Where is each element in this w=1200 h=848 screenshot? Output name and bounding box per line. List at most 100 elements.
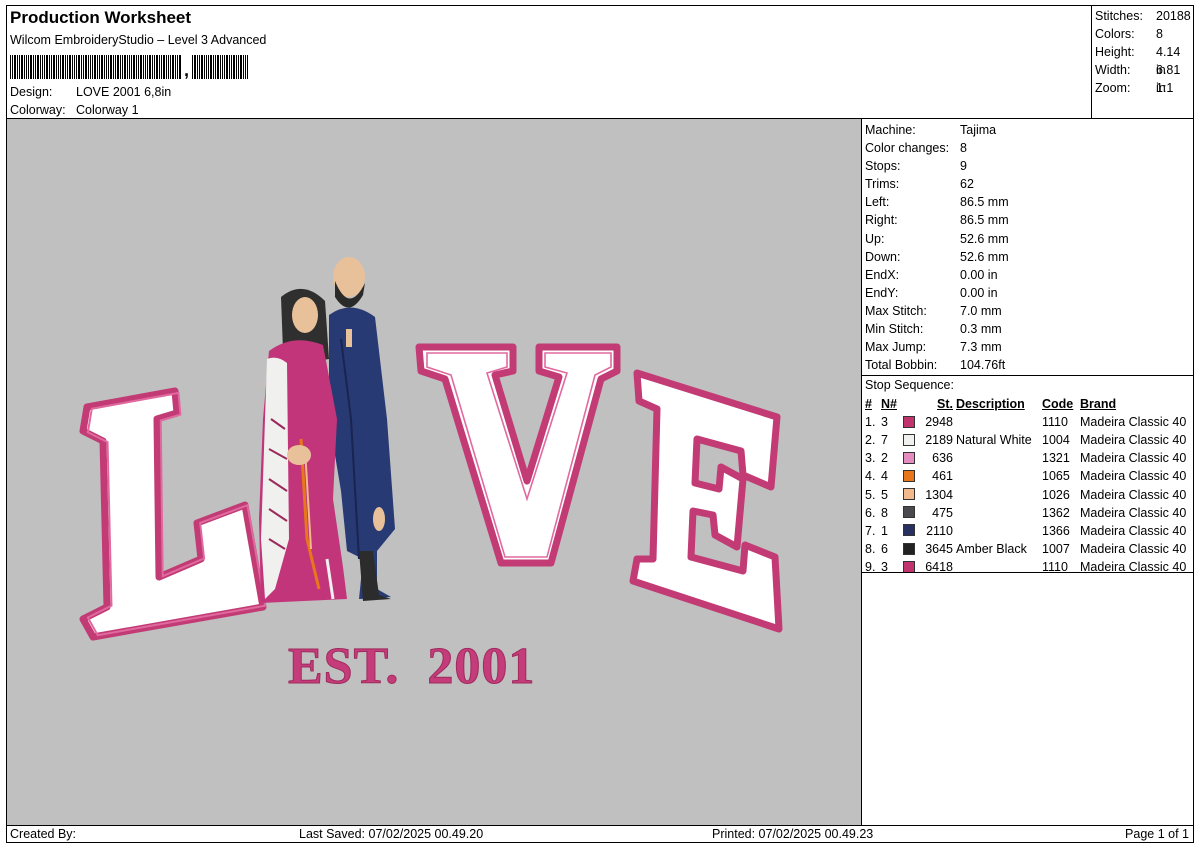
thread-description	[956, 413, 1042, 431]
barcode-bar	[159, 55, 160, 79]
barcode-bar	[236, 55, 238, 79]
stat-stitches: Stitches: 20188	[1095, 9, 1191, 23]
barcode-bar	[88, 55, 89, 79]
machine-info-value: 104.76ft	[960, 358, 1006, 373]
needle-number: 4	[881, 469, 888, 484]
barcode-bar	[168, 55, 169, 79]
letter-l: L	[79, 387, 267, 641]
barcode-bar	[33, 55, 34, 79]
last-saved: Last Saved: 07/02/2025 00.49.20	[299, 827, 484, 841]
machine-info-label: Right:	[865, 213, 898, 228]
stat-zoom: Zoom: 1:1	[1095, 81, 1174, 95]
stop-sequence-title: Stop Sequence:	[865, 378, 954, 392]
barcode-separator: ,	[184, 60, 190, 80]
thread-brand: Madeira Classic 40	[1080, 451, 1187, 466]
needle-number: 2	[881, 451, 888, 466]
thread-color-swatch	[903, 542, 915, 555]
thread-description	[956, 522, 1042, 540]
barcode-bar	[231, 55, 233, 79]
barcode-bar	[51, 55, 52, 79]
barcode-bar	[138, 55, 139, 79]
needle-number: 3	[881, 559, 888, 574]
machine-info-label: Total Bobbin:	[865, 358, 938, 373]
barcode-bar	[133, 55, 135, 79]
colorway-value: Colorway 1	[76, 103, 139, 117]
barcode-bar	[145, 55, 146, 79]
needle-number: 8	[881, 505, 888, 520]
machine-info-row: Left: 86.5 mm	[865, 193, 1009, 211]
machine-info-row: Stops: 9	[865, 157, 1009, 175]
thread-code: 1110	[1042, 415, 1068, 430]
stop-sequence-table: # N# St. Description Code Brand 1. 3 2948 1…	[865, 395, 1186, 576]
colorway-row: Colorway: Colorway 1	[10, 103, 139, 117]
barcode-bar	[179, 55, 181, 79]
barcode-bar	[17, 55, 18, 79]
design-value: LOVE 2001 6,8in	[76, 85, 172, 99]
color-swatch	[903, 413, 919, 431]
barcode-bar	[120, 55, 121, 79]
barcode-bar	[26, 55, 27, 79]
machine-info-row: Up: 52.6 mm	[865, 230, 1009, 248]
barcode-bar	[40, 55, 41, 79]
barcode-bar	[24, 55, 25, 79]
stat-height: Height: 4.14 in	[1095, 45, 1181, 77]
page-title: Production Worksheet	[10, 8, 192, 27]
color-swatch	[903, 558, 919, 576]
barcode-bar	[12, 55, 13, 79]
thread-description	[956, 467, 1042, 485]
design-stats: Stitches: 20188 Colors: 8 Height: 4.14 in W…	[1091, 6, 1193, 118]
thread-color-swatch	[903, 452, 915, 465]
barcode-bar	[192, 55, 194, 79]
barcode-bar	[76, 55, 77, 79]
color-swatch	[903, 504, 919, 522]
col-needle: N#	[881, 397, 897, 412]
barcode-bar	[53, 55, 55, 79]
stitch-count: 636	[932, 451, 953, 466]
thread-code: 1366	[1042, 523, 1070, 538]
barcode-bar	[226, 55, 229, 79]
stitch-count: 2110	[926, 523, 953, 538]
barcode-bar	[97, 55, 98, 79]
thread-color-swatch	[903, 524, 915, 537]
stop-number: 3.	[865, 451, 876, 466]
stop-row: 3. 2 636 1321 Madeira Classic 40	[865, 449, 1186, 467]
needle-number: 7	[881, 433, 888, 448]
barcode-bar	[147, 55, 148, 79]
barcode-bar	[35, 55, 36, 79]
barcode-bar	[10, 55, 11, 79]
thread-code: 1362	[1042, 505, 1070, 520]
stat-colors: Colors: 8	[1095, 27, 1163, 41]
machine-info-row: Down: 52.6 mm	[865, 248, 1009, 266]
needle-number: 1	[881, 523, 888, 538]
machine-info-value: 52.6 mm	[960, 231, 1009, 246]
stitch-count: 475	[932, 505, 953, 520]
software-name: Wilcom EmbroideryStudio – Level 3 Advanc…	[10, 33, 267, 47]
barcode-bar	[233, 55, 236, 79]
barcode-bar	[56, 55, 57, 79]
machine-info-row: Max Jump: 7.3 mm	[865, 338, 1009, 356]
barcode-bar	[60, 55, 61, 79]
barcode-bar	[127, 55, 128, 79]
design-preview: L V E	[7, 119, 862, 825]
machine-info-label: Up:	[865, 231, 885, 246]
barcode-bar	[85, 55, 87, 79]
machine-info-value: 8	[960, 141, 967, 156]
machine-info-value: Tajima	[960, 123, 997, 137]
barcode-bar	[136, 55, 137, 79]
barcode-bar	[154, 55, 155, 79]
barcode-bar	[166, 55, 167, 79]
thread-description	[956, 485, 1042, 503]
thread-color-swatch	[903, 506, 915, 519]
stat-width: Width: 6.81 in	[1095, 63, 1181, 95]
machine-info-row: Right: 86.5 mm	[865, 211, 1009, 229]
stitch-count: 2189	[925, 433, 953, 448]
machine-info-row: Trims: 62	[865, 175, 1009, 193]
barcode-bar	[163, 55, 165, 79]
machine-info-value: 86.5 mm	[960, 195, 1009, 210]
stop-number: 9.	[865, 559, 876, 574]
barcode-bar	[243, 55, 245, 79]
thread-code: 1004	[1042, 433, 1070, 448]
barcode-bar	[62, 55, 64, 79]
barcode-bar	[156, 55, 158, 79]
barcode-bar	[222, 55, 224, 79]
